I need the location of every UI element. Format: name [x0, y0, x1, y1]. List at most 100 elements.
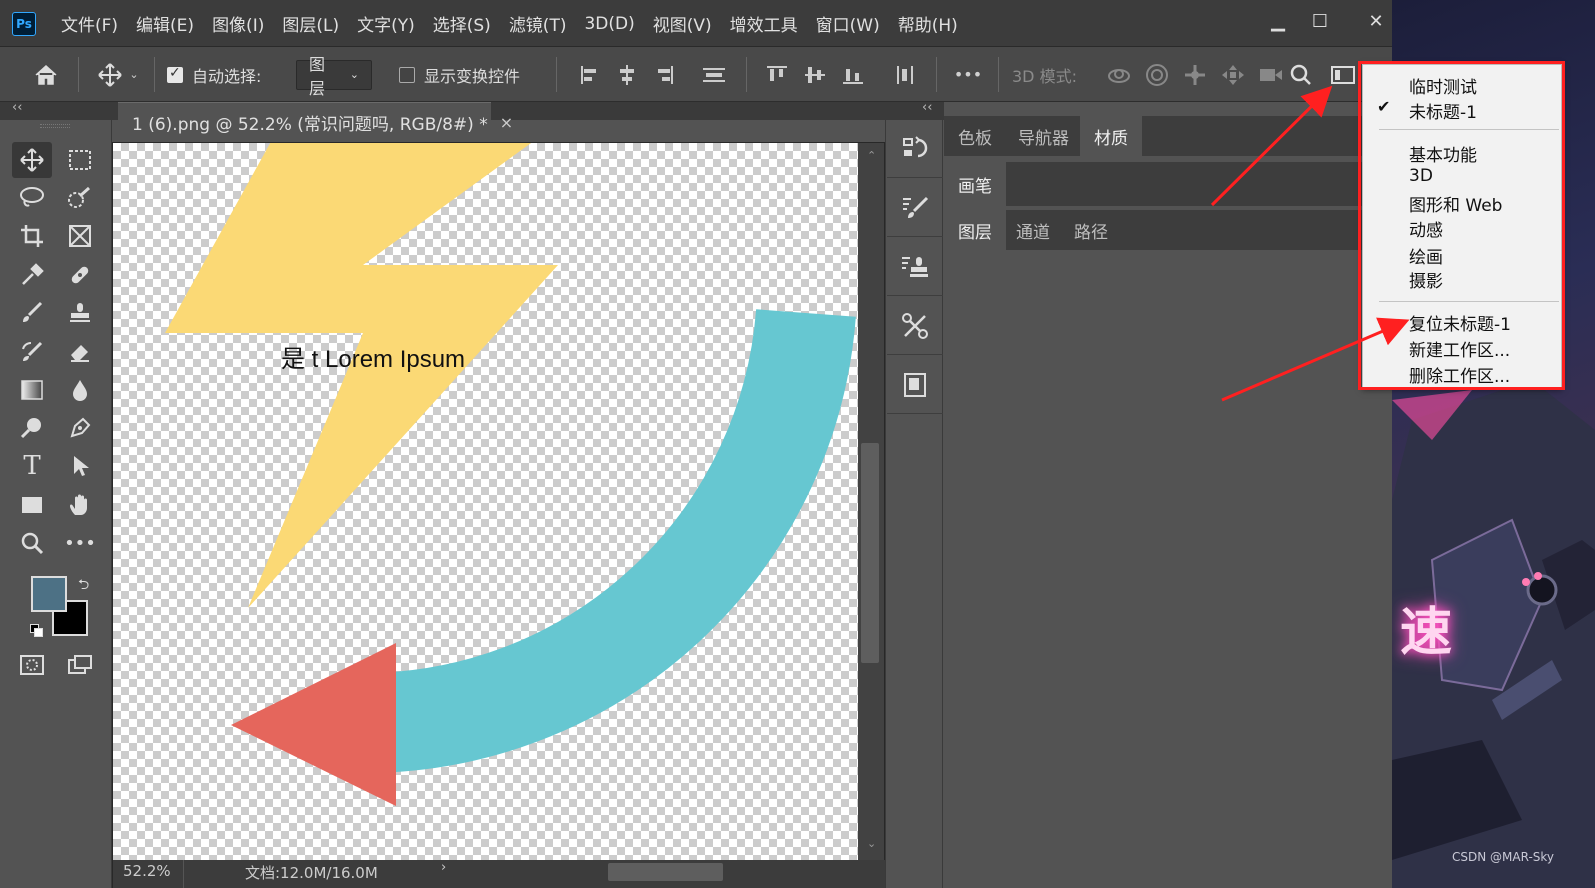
crop-tool-icon[interactable] [12, 218, 52, 254]
distribute-icon[interactable] [700, 47, 728, 102]
tab-swatches[interactable]: 色板 [944, 116, 1006, 156]
more-tools-icon[interactable]: ••• [60, 525, 100, 561]
stamp-tool-icon[interactable] [60, 295, 100, 331]
scroll-down-icon[interactable]: ⌄ [867, 837, 876, 850]
screen-mode-icon[interactable] [60, 647, 100, 683]
layer-select-value: 图层 [309, 54, 326, 98]
slide-3d-icon[interactable] [1218, 47, 1248, 102]
orbit-3d-icon[interactable] [1104, 47, 1134, 102]
dodge-tool-icon[interactable] [12, 410, 52, 446]
search-icon[interactable] [1288, 47, 1314, 102]
history-brush-tool-icon[interactable] [12, 334, 52, 370]
drag-3d-icon[interactable] [1180, 47, 1210, 102]
hand-tool-icon[interactable] [60, 487, 100, 523]
marquee-tool-icon[interactable] [60, 142, 100, 178]
menu-plugins[interactable]: 增效工具 [721, 11, 807, 36]
close-window-button[interactable]: ✕ [1356, 8, 1396, 36]
show-transform-checkbox[interactable] [398, 47, 416, 102]
eyedropper-tool-icon[interactable] [12, 257, 52, 293]
title-bar: Ps 文件(F) 编辑(E) 图像(I) 图层(L) 文字(Y) 选择(S) 滤… [0, 0, 1420, 47]
scroll-thumb[interactable] [861, 443, 879, 663]
tab-layers[interactable]: 图层 [944, 210, 1006, 250]
align-left-icon[interactable] [576, 47, 602, 102]
options-bar: ⌄ ✓ 自动选择: 图层 ⌄ 显示变换控件 ••• 3D 模式: [0, 47, 1420, 102]
align-right-icon[interactable] [652, 47, 678, 102]
eraser-tool-icon[interactable] [60, 334, 100, 370]
blur-tool-icon[interactable] [60, 372, 100, 408]
menu-edit[interactable]: 编辑(E) [127, 11, 203, 36]
close-tab-icon[interactable]: × [500, 113, 513, 132]
menu-type[interactable]: 文字(Y) [348, 11, 424, 36]
distribute-vertical-icon[interactable] [892, 47, 918, 102]
brush-settings-icon[interactable] [887, 179, 943, 237]
quick-mask-icon[interactable] [12, 647, 52, 683]
move-tool-icon[interactable] [12, 142, 52, 178]
tool-presets-icon[interactable] [887, 297, 943, 355]
zoom-level[interactable]: 52.2% [123, 862, 171, 880]
lasso-tool-icon[interactable] [12, 180, 52, 216]
menu-image[interactable]: 图像(I) [203, 11, 273, 36]
menu-select[interactable]: 选择(S) [424, 11, 500, 36]
collapse-toolbar-icon[interactable]: ‹‹ [12, 100, 22, 115]
type-tool-icon[interactable]: T [12, 448, 52, 484]
scroll-up-icon[interactable]: ⌃ [867, 149, 876, 162]
history-icon[interactable] [887, 120, 943, 178]
collapse-panels-icon[interactable]: ‹‹ [922, 100, 932, 115]
workspace-icon[interactable] [1328, 47, 1358, 102]
chevron-down-icon: ⌄ [349, 68, 359, 81]
panel-group-swatches: 色板 导航器 材质 ≡ [944, 116, 1392, 156]
brush-tool-icon[interactable] [12, 295, 52, 331]
photoshop-window: Ps 文件(F) 编辑(E) 图像(I) 图层(L) 文字(Y) 选择(S) 滤… [0, 0, 1420, 888]
clone-source-icon[interactable] [887, 238, 943, 296]
quick-select-tool-icon[interactable] [60, 180, 100, 216]
menu-view[interactable]: 视图(V) [644, 11, 721, 36]
properties-icon[interactable] [887, 356, 943, 414]
canvas-text-layer[interactable]: 是 t Lorem Ipsum [281, 339, 465, 374]
pen-tool-icon[interactable] [60, 410, 100, 446]
auto-select-label: 自动选择: [192, 66, 262, 86]
collapsed-panel-icons [885, 120, 943, 888]
align-top-icon[interactable] [764, 47, 790, 102]
zoom-tool-icon[interactable] [12, 525, 52, 561]
menu-window[interactable]: 窗口(W) [807, 11, 889, 36]
tab-materials[interactable]: 材质 [1080, 116, 1142, 156]
align-center-icon[interactable] [614, 47, 640, 102]
rectangle-tool-icon[interactable] [12, 487, 52, 523]
camera-3d-icon[interactable] [1256, 47, 1286, 102]
healing-tool-icon[interactable] [60, 257, 100, 293]
document-tab[interactable]: 1 (6).png @ 52.2% (常识问题吗, RGB/8#) * × [118, 102, 513, 142]
tab-channels[interactable]: 通道 [1002, 210, 1064, 250]
home-icon[interactable] [28, 47, 64, 102]
maximize-button[interactable]: ☐ [1300, 8, 1340, 36]
right-panels: 色板 导航器 材质 ≡ 画笔 ≡ 图层 通道 路径 ≡ [944, 102, 1392, 888]
layers-panel-body [944, 252, 1392, 888]
auto-select-checkbox[interactable]: ✓ [166, 47, 184, 102]
path-select-tool-icon[interactable] [60, 448, 100, 484]
minimize-button[interactable]: ▁ [1258, 8, 1298, 36]
move-icon[interactable]: ⌄ [92, 47, 144, 102]
frame-tool-icon[interactable] [60, 218, 100, 254]
tab-paths[interactable]: 路径 [1060, 210, 1122, 250]
menu-help[interactable]: 帮助(H) [889, 11, 967, 36]
vertical-scrollbar[interactable]: ⌃ ⌄ [858, 143, 884, 860]
arrow-head [231, 643, 396, 806]
tab-navigator[interactable]: 导航器 [1004, 116, 1083, 156]
default-colors-icon[interactable] [30, 624, 44, 638]
align-middle-icon[interactable] [802, 47, 828, 102]
menu-filter[interactable]: 滤镜(T) [500, 11, 576, 36]
tab-brush[interactable]: 画笔 [944, 162, 1006, 206]
roll-3d-icon[interactable] [1142, 47, 1172, 102]
align-bottom-icon[interactable] [840, 47, 866, 102]
status-menu-icon[interactable]: › [441, 860, 446, 875]
foreground-color-swatch[interactable] [31, 576, 67, 612]
document-canvas[interactable]: 是 t Lorem Ipsum [113, 143, 858, 860]
gradient-tool-icon[interactable] [12, 372, 52, 408]
menu-layer[interactable]: 图层(L) [273, 11, 348, 36]
layer-select-dropdown[interactable]: 图层 ⌄ [296, 47, 372, 102]
swap-colors-icon[interactable]: ⮌ [78, 574, 89, 598]
horizontal-scroll-thumb[interactable] [608, 863, 723, 881]
more-options-button[interactable]: ••• [950, 47, 986, 102]
menu-3d[interactable]: 3D(D) [575, 14, 643, 34]
menu-file[interactable]: 文件(F) [52, 11, 127, 36]
panel-group-layers: 图层 通道 路径 ≡ [944, 210, 1392, 250]
